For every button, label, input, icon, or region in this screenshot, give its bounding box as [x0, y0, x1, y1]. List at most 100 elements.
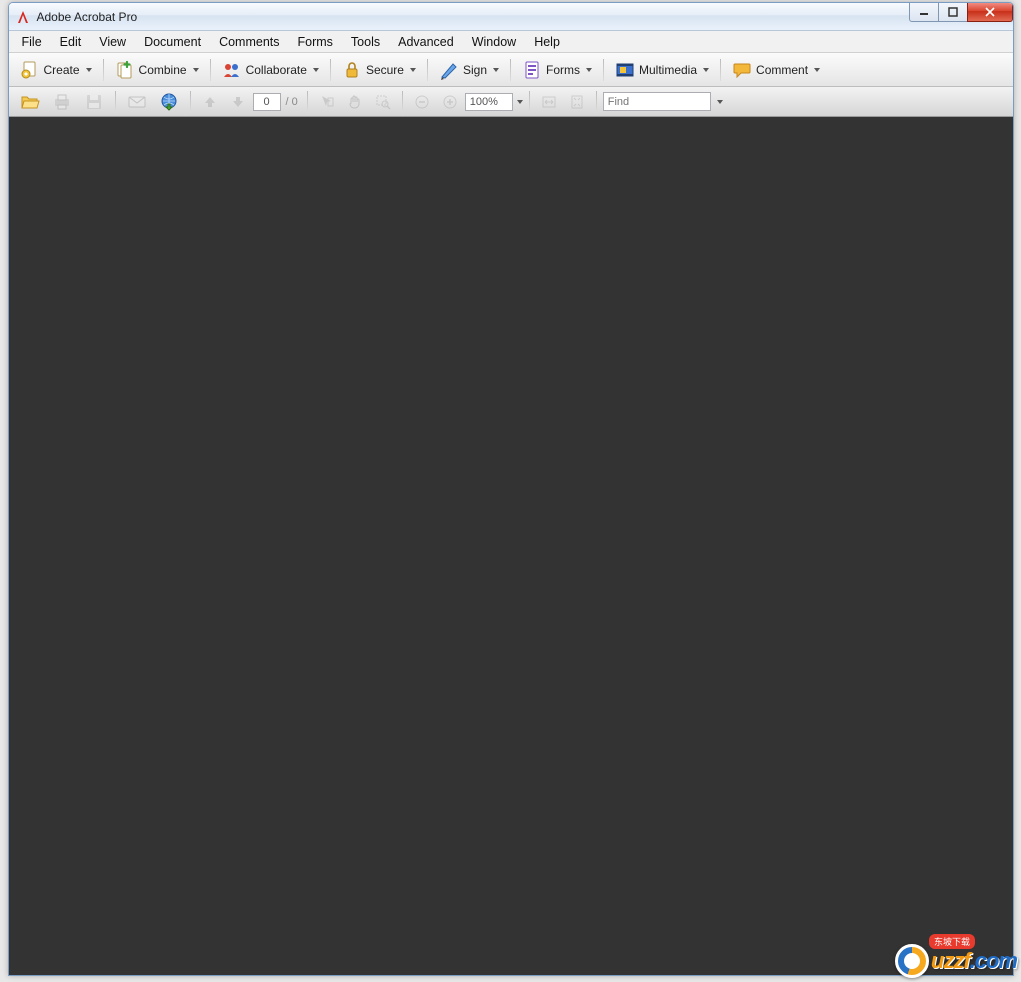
floppy-disk-icon: [84, 92, 104, 112]
page-total-label: / 0: [286, 96, 298, 108]
multimedia-label: Multimedia: [639, 63, 697, 77]
dropdown-arrow-icon: [586, 68, 592, 72]
page-number-input[interactable]: [253, 93, 281, 111]
toolbar-separator: [103, 59, 104, 81]
document-area[interactable]: [9, 117, 1013, 975]
combine-icon: [115, 60, 135, 80]
printer-icon: [52, 92, 72, 112]
filmstrip-icon: [615, 60, 635, 80]
folder-open-icon: [20, 92, 40, 112]
collaborate-label: Collaborate: [246, 63, 307, 77]
up-arrow-icon: [202, 94, 218, 110]
toolbar-separator: [330, 59, 331, 81]
menu-document[interactable]: Document: [135, 33, 210, 51]
minus-circle-icon: [414, 94, 430, 110]
multimedia-button[interactable]: Multimedia: [610, 57, 714, 83]
save-button[interactable]: [79, 89, 109, 115]
zoom-dropdown-arrow-icon[interactable]: [517, 100, 523, 104]
toolbar-separator: [720, 59, 721, 81]
collaborate-people-icon: [222, 60, 242, 80]
menu-edit[interactable]: Edit: [51, 33, 91, 51]
fit-width-button[interactable]: [536, 89, 562, 115]
email-button[interactable]: [122, 89, 152, 115]
app-window: Adobe Acrobat Pro File Edit View Documen…: [8, 2, 1014, 976]
marquee-zoom-button[interactable]: [370, 89, 396, 115]
toolbar-separator: [427, 59, 428, 81]
window-title: Adobe Acrobat Pro: [37, 10, 138, 24]
zoom-in-button[interactable]: [437, 89, 463, 115]
next-page-button[interactable]: [225, 89, 251, 115]
titlebar[interactable]: Adobe Acrobat Pro: [9, 3, 1013, 31]
menu-window[interactable]: Window: [463, 33, 525, 51]
speech-bubble-icon: [732, 60, 752, 80]
zoom-out-button[interactable]: [409, 89, 435, 115]
menu-help[interactable]: Help: [525, 33, 569, 51]
toolbar-separator: [596, 91, 597, 113]
dropdown-arrow-icon: [703, 68, 709, 72]
create-label: Create: [44, 63, 80, 77]
plus-circle-icon: [442, 94, 458, 110]
toolbar-separator: [402, 91, 403, 113]
upload-button[interactable]: [154, 89, 184, 115]
collaborate-button[interactable]: Collaborate: [217, 57, 324, 83]
create-page-icon: [20, 60, 40, 80]
menubar: File Edit View Document Comments Forms T…: [9, 31, 1013, 53]
toolbar-separator: [529, 91, 530, 113]
menu-tools[interactable]: Tools: [342, 33, 389, 51]
secondary-toolbar: / 0: [9, 87, 1013, 117]
fit-page-icon: [569, 94, 585, 110]
create-button[interactable]: Create: [15, 57, 97, 83]
menu-comments[interactable]: Comments: [210, 33, 288, 51]
menu-advanced[interactable]: Advanced: [389, 33, 463, 51]
globe-upload-icon: [159, 92, 179, 112]
toolbar-separator: [115, 91, 116, 113]
find-input[interactable]: [603, 92, 711, 111]
dropdown-arrow-icon: [313, 68, 319, 72]
marquee-zoom-icon: [375, 94, 391, 110]
menu-forms[interactable]: Forms: [289, 33, 342, 51]
toolbar-separator: [210, 59, 211, 81]
pen-icon: [439, 60, 459, 80]
window-controls: [910, 3, 1013, 22]
select-tool-button[interactable]: [314, 89, 340, 115]
form-page-icon: [522, 60, 542, 80]
secure-button[interactable]: Secure: [337, 57, 421, 83]
sign-button[interactable]: Sign: [434, 57, 504, 83]
print-button[interactable]: [47, 89, 77, 115]
hand-icon: [347, 94, 363, 110]
comment-button[interactable]: Comment: [727, 57, 825, 83]
menu-file[interactable]: File: [13, 33, 51, 51]
forms-button[interactable]: Forms: [517, 57, 597, 83]
primary-toolbar: Create Combine Collaborate Secure: [9, 53, 1013, 87]
maximize-button[interactable]: [938, 3, 968, 22]
toolbar-separator: [510, 59, 511, 81]
combine-label: Combine: [139, 63, 187, 77]
minimize-button[interactable]: [909, 3, 939, 22]
envelope-icon: [127, 92, 147, 112]
fit-page-button[interactable]: [564, 89, 590, 115]
secure-label: Secure: [366, 63, 404, 77]
acrobat-app-icon: [15, 9, 31, 25]
find-dropdown-arrow-icon[interactable]: [717, 100, 723, 104]
zoom-level-input[interactable]: [465, 93, 513, 111]
toolbar-separator: [307, 91, 308, 113]
cursor-select-icon: [319, 94, 335, 110]
hand-tool-button[interactable]: [342, 89, 368, 115]
toolbar-separator: [190, 91, 191, 113]
lock-icon: [342, 60, 362, 80]
toolbar-separator: [603, 59, 604, 81]
forms-label: Forms: [546, 63, 580, 77]
dropdown-arrow-icon: [410, 68, 416, 72]
open-file-button[interactable]: [15, 89, 45, 115]
sign-label: Sign: [463, 63, 487, 77]
dropdown-arrow-icon: [193, 68, 199, 72]
prev-page-button[interactable]: [197, 89, 223, 115]
combine-button[interactable]: Combine: [110, 57, 204, 83]
comment-label: Comment: [756, 63, 808, 77]
dropdown-arrow-icon: [86, 68, 92, 72]
close-button[interactable]: [967, 3, 1013, 22]
down-arrow-icon: [230, 94, 246, 110]
dropdown-arrow-icon: [493, 68, 499, 72]
menu-view[interactable]: View: [90, 33, 135, 51]
dropdown-arrow-icon: [814, 68, 820, 72]
